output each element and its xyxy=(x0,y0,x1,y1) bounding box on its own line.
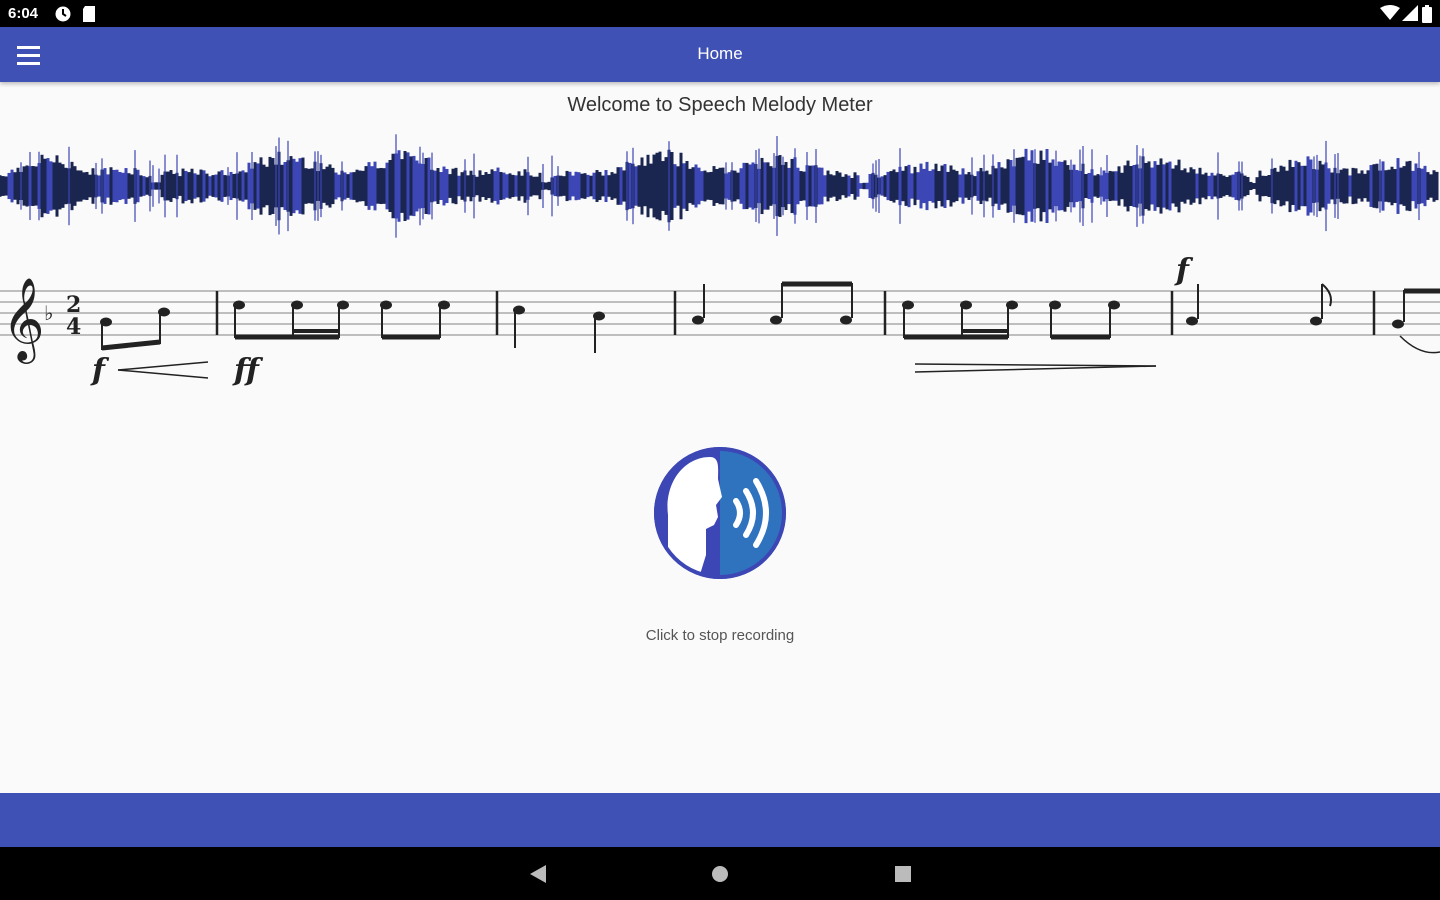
dynamic-marking: f xyxy=(90,353,110,388)
signal-icon xyxy=(1402,5,1418,25)
home-icon[interactable] xyxy=(702,857,738,891)
bottom-bar xyxy=(0,793,1440,847)
dynamic-marking: ff xyxy=(232,353,264,388)
notes xyxy=(100,281,1440,354)
status-bar: 6:04 xyxy=(0,0,1440,27)
music-staff-graphic: 𝄞 ♭ 2 4 f ff f xyxy=(0,253,1440,388)
time-signature-bottom: 4 xyxy=(66,314,81,340)
app-bar: Home xyxy=(0,27,1440,82)
hairpin-markings xyxy=(117,361,1157,379)
page-title: Home xyxy=(697,44,743,63)
battery-icon xyxy=(1422,5,1432,27)
melody-banner: 𝄞 ♭ 2 4 f ff f xyxy=(0,134,1440,388)
navigation-bar xyxy=(0,847,1440,900)
treble-clef-glyph: 𝄞 xyxy=(2,276,45,364)
flat-sign-glyph: ♭ xyxy=(44,301,53,325)
waveform-graphic xyxy=(0,134,1439,238)
recents-icon[interactable] xyxy=(885,857,921,891)
dynamic-marking: f xyxy=(1174,253,1194,288)
wifi-icon xyxy=(1380,5,1400,25)
back-icon[interactable] xyxy=(520,857,556,891)
welcome-text: Welcome to Speech Melody Meter xyxy=(567,94,873,116)
sd-card-icon xyxy=(82,5,96,27)
speaking-head-icon[interactable] xyxy=(652,445,788,581)
record-caption: Click to stop recording xyxy=(645,627,795,644)
dynamics-markings: f ff f xyxy=(90,253,1194,388)
sync-icon xyxy=(54,5,72,27)
status-time: 6:04 xyxy=(8,5,39,22)
